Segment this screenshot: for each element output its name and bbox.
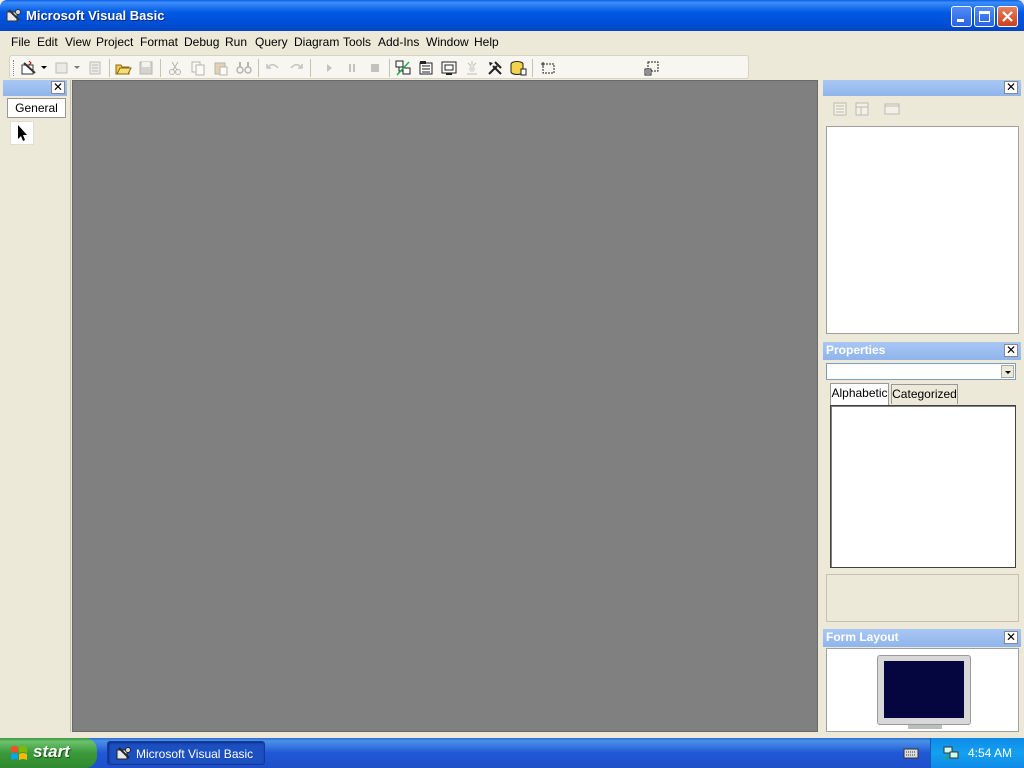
toolbox-header[interactable]: ✕ — [3, 80, 67, 96]
title-bar[interactable]: Microsoft Visual Basic — [0, 0, 1024, 31]
menu-tools[interactable]: Tools — [343, 35, 371, 49]
monitor-screen[interactable] — [884, 661, 964, 718]
project-explorer-close-icon[interactable]: ✕ — [1004, 81, 1018, 94]
toolbar-separator — [310, 59, 311, 77]
add-form-icon[interactable] — [53, 59, 71, 77]
cut-icon[interactable] — [166, 59, 184, 77]
start-label: start — [33, 742, 70, 761]
open-folder-icon[interactable] — [114, 59, 132, 77]
monitor-preview — [877, 655, 971, 729]
tab-alphabetic[interactable]: Alphabetic — [830, 383, 889, 405]
menu-file[interactable]: File — [11, 35, 30, 49]
maximize-icon — [979, 11, 990, 22]
toolbox-tab-general[interactable]: General — [7, 98, 66, 118]
save-icon[interactable] — [137, 59, 155, 77]
properties-grid[interactable] — [830, 405, 1016, 568]
toolbox-panel: ✕ General — [3, 80, 71, 732]
form-layout-body — [826, 648, 1019, 732]
view-object-icon[interactable] — [853, 101, 871, 117]
menu-help[interactable]: Help — [474, 35, 499, 49]
menu-view[interactable]: View — [65, 35, 91, 49]
toolbox-close-icon[interactable]: ✕ — [51, 81, 65, 94]
properties-header[interactable]: Properties ✕ — [823, 342, 1021, 360]
view-code-icon[interactable] — [831, 101, 849, 117]
add-form-dropdown-icon[interactable] — [74, 66, 80, 69]
properties-close-icon[interactable]: ✕ — [1004, 344, 1018, 357]
menu-editor-icon[interactable] — [86, 59, 104, 77]
toolbar-separator — [109, 59, 110, 77]
mdi-workspace[interactable] — [72, 80, 818, 732]
toolbar-separator — [160, 59, 161, 77]
standard-toolbar — [9, 55, 749, 79]
find-icon[interactable] — [235, 59, 253, 77]
form-layout-close-icon[interactable]: ✕ — [1004, 631, 1018, 644]
menu-diagram[interactable]: Diagram — [294, 35, 339, 49]
properties-title: Properties — [826, 343, 886, 357]
keyboard-layout-icon[interactable] — [903, 746, 919, 763]
minimize-button[interactable] — [951, 6, 972, 27]
object-selector-dropdown[interactable] — [826, 363, 1016, 380]
windows-logo-icon — [10, 745, 28, 765]
menu-debug[interactable]: Debug — [184, 35, 219, 49]
project-explorer-tree[interactable] — [826, 126, 1019, 334]
paste-icon[interactable] — [212, 59, 230, 77]
visual-basic-task-icon — [116, 746, 132, 765]
form-layout-icon[interactable] — [440, 59, 458, 77]
undo-icon[interactable] — [264, 59, 282, 77]
toolbar-separator — [258, 59, 259, 77]
property-description-pane — [826, 574, 1019, 622]
window-title: Microsoft Visual Basic — [26, 8, 165, 23]
right-dock: ✕ Properties ✕ Alphabetic Categorized Fo… — [823, 80, 1021, 732]
menu-project[interactable]: Project — [96, 35, 133, 49]
toolbar-grip[interactable] — [13, 60, 15, 76]
form-layout-title: Form Layout — [826, 630, 899, 644]
minimize-icon — [957, 19, 964, 22]
network-icon[interactable] — [942, 745, 960, 764]
menu-run[interactable]: Run — [225, 35, 247, 49]
properties-window-icon[interactable] — [417, 59, 435, 77]
menu-edit[interactable]: Edit — [37, 35, 58, 49]
close-icon — [998, 7, 1017, 26]
redo-icon[interactable] — [287, 59, 305, 77]
taskbar-button-visual-basic[interactable]: Microsoft Visual Basic — [107, 741, 265, 765]
monitor-stand — [908, 725, 942, 729]
pointer-tool[interactable] — [10, 121, 34, 145]
project-explorer-icon[interactable] — [394, 59, 412, 77]
copy-icon[interactable] — [189, 59, 207, 77]
menu-window[interactable]: Window — [426, 35, 469, 49]
project-explorer-toolbar — [826, 98, 1018, 122]
close-window-button[interactable] — [997, 6, 1018, 27]
menu-format[interactable]: Format — [140, 35, 178, 49]
system-tray: 4:54 AM — [930, 738, 1024, 768]
object-browser-icon[interactable] — [463, 59, 481, 77]
data-view-icon[interactable] — [509, 59, 527, 77]
toolbar-row — [3, 53, 1021, 80]
menu-query[interactable]: Query — [255, 35, 288, 49]
end-icon[interactable] — [366, 59, 384, 77]
toolbar-separator — [389, 59, 390, 77]
toolbar-separator — [532, 59, 533, 77]
start-button[interactable]: start — [0, 738, 97, 768]
taskbar-button-label: Microsoft Visual Basic — [136, 747, 254, 761]
visual-basic-app-icon[interactable] — [6, 8, 22, 24]
component-manager-icon[interactable] — [539, 59, 557, 77]
pointer-icon — [11, 125, 33, 147]
break-icon[interactable] — [343, 59, 361, 77]
tab-categorized[interactable]: Categorized — [891, 384, 958, 404]
position-size-icon[interactable] — [643, 59, 661, 77]
chevron-down-icon[interactable] — [1001, 365, 1014, 378]
add-project-icon[interactable] — [20, 59, 38, 77]
clock[interactable]: 4:54 AM — [968, 746, 1012, 760]
menu-add-ins[interactable]: Add-Ins — [378, 35, 419, 49]
toolbox-icon[interactable] — [486, 59, 504, 77]
add-project-dropdown-icon[interactable] — [41, 66, 47, 69]
taskbar: start Microsoft Visual Basic 4:54 AM — [0, 738, 1024, 768]
toggle-folders-icon[interactable] — [883, 101, 901, 117]
maximize-button[interactable] — [974, 6, 995, 27]
menu-bar: File Edit View Project Format Debug Run … — [3, 31, 1021, 53]
form-layout-header[interactable]: Form Layout ✕ — [823, 629, 1021, 647]
project-explorer-header[interactable]: ✕ — [823, 80, 1021, 96]
start-icon[interactable] — [320, 59, 338, 77]
